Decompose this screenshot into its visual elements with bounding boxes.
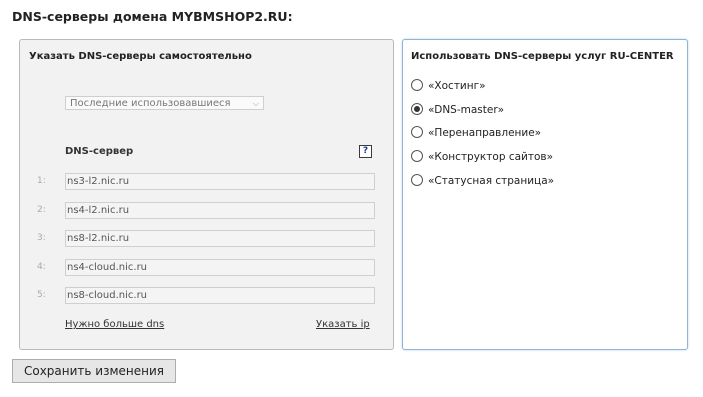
save-changes-button[interactable]: Сохранить изменения: [12, 359, 176, 383]
service-option-label: «Перенаправление»: [428, 127, 542, 139]
service-option-label: «DNS-master»: [428, 104, 505, 116]
ns-input[interactable]: ns8-l2.nic.ru: [65, 230, 375, 247]
radio-button[interactable]: [411, 126, 423, 138]
ns-number: 5:: [37, 290, 46, 300]
service-option-redirect[interactable]: «Перенаправление»: [411, 126, 681, 142]
service-option-site-builder[interactable]: «Конструктор сайтов»: [411, 150, 681, 166]
service-option-label: «Хостинг»: [428, 80, 486, 92]
ns-input[interactable]: ns4-cloud.nic.ru: [65, 259, 375, 276]
chevron-down-icon: ⌵: [252, 99, 259, 108]
ns-input[interactable]: ns8-cloud.nic.ru: [65, 287, 375, 304]
ns-row: 2: ns4-l2.nic.ru: [20, 202, 393, 220]
manual-dns-panel: Указать DNS-серверы самостоятельно После…: [19, 39, 394, 350]
help-icon[interactable]: ?: [359, 145, 372, 158]
radio-button[interactable]: [411, 174, 423, 186]
service-dns-panel-title: Использовать DNS-серверы услуг RU-CENTER: [411, 51, 674, 62]
radio-button[interactable]: [411, 150, 423, 162]
ns-number: 3:: [37, 233, 46, 243]
service-dns-panel: Использовать DNS-серверы услуг RU-CENTER…: [402, 39, 688, 350]
ns-row: 4: ns4-cloud.nic.ru: [20, 259, 393, 277]
ns-input[interactable]: ns3-l2.nic.ru: [65, 173, 375, 190]
service-option-label: «Статусная страница»: [428, 175, 555, 187]
specify-ip-link[interactable]: Указать ip: [316, 319, 370, 330]
radio-button[interactable]: [411, 103, 423, 115]
recent-servers-select-value: Последние использовавшиеся: [70, 98, 231, 109]
dns-server-label: DNS-сервер: [65, 146, 134, 157]
ns-row: 5: ns8-cloud.nic.ru: [20, 287, 393, 305]
ns-number: 1:: [37, 176, 46, 186]
ns-row: 3: ns8-l2.nic.ru: [20, 230, 393, 248]
ns-number: 2:: [37, 205, 46, 215]
ns-input[interactable]: ns4-l2.nic.ru: [65, 202, 375, 219]
more-dns-link[interactable]: Нужно больше dns: [65, 319, 164, 330]
radio-button[interactable]: [411, 79, 423, 91]
service-option-dns-master[interactable]: «DNS-master»: [411, 103, 681, 119]
recent-servers-select[interactable]: Последние использовавшиеся ⌵: [65, 96, 264, 110]
ns-number: 4:: [37, 262, 46, 272]
service-option-hosting[interactable]: «Хостинг»: [411, 79, 681, 95]
ns-row: 1: ns3-l2.nic.ru: [20, 173, 393, 191]
manual-dns-panel-title: Указать DNS-серверы самостоятельно: [29, 51, 252, 62]
service-option-label: «Конструктор сайтов»: [428, 151, 554, 163]
page-title: DNS-серверы домена MYBMSHOP2.RU:: [12, 9, 293, 24]
service-option-status-page[interactable]: «Статусная страница»: [411, 174, 681, 190]
